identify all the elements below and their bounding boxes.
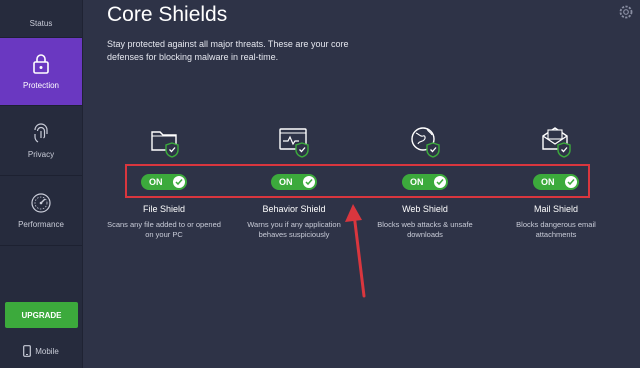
sidebar-item-performance[interactable]: Performance [0, 176, 82, 246]
shield-name: File Shield [142, 204, 186, 214]
mobile-label: Mobile [35, 346, 59, 356]
mobile-link[interactable]: Mobile [0, 340, 82, 362]
shield-description: Blocks web attacks & unsafe downloads [377, 220, 473, 239]
sidebar: Status Protection Privacy Performance UP… [0, 0, 83, 368]
shield-name: Web Shield [402, 204, 448, 214]
shield-name: Behavior Shield [262, 204, 326, 214]
page-description: Stay protected against all major threats… [107, 39, 349, 62]
shield-description: Warns you if any application behaves sus… [247, 220, 341, 239]
lock-icon [33, 54, 49, 74]
gear-icon [619, 5, 633, 19]
sidebar-item-label: Performance [18, 220, 64, 229]
annotation-arrow-icon [345, 204, 366, 298]
shield-description: Blocks dangerous email attachments [516, 220, 596, 239]
mail-shield-icon [536, 120, 576, 160]
page-title: Core Shields [107, 3, 228, 26]
upgrade-button[interactable]: UPGRADE [5, 302, 78, 328]
shield-name: Mail Shield [533, 204, 579, 214]
shield-description: Scans any file added to or opened on you… [107, 220, 221, 239]
folder-shield-icon [144, 120, 184, 160]
speedometer-icon [31, 193, 51, 213]
fingerprint-icon [34, 123, 48, 143]
sidebar-item-label: Protection [22, 81, 60, 90]
highlight-box [125, 164, 590, 198]
sidebar-item-privacy[interactable]: Privacy [0, 106, 82, 176]
monitor-shield-icon [274, 120, 314, 160]
sidebar-item-protection[interactable]: Protection [0, 38, 82, 106]
phone-icon [23, 345, 32, 357]
settings-button[interactable] [616, 2, 636, 22]
globe-shield-icon [405, 120, 445, 160]
sidebar-item-status[interactable]: Status [0, 0, 82, 38]
sidebar-item-label: Privacy [27, 150, 55, 159]
sidebar-item-label: Status [29, 19, 53, 28]
